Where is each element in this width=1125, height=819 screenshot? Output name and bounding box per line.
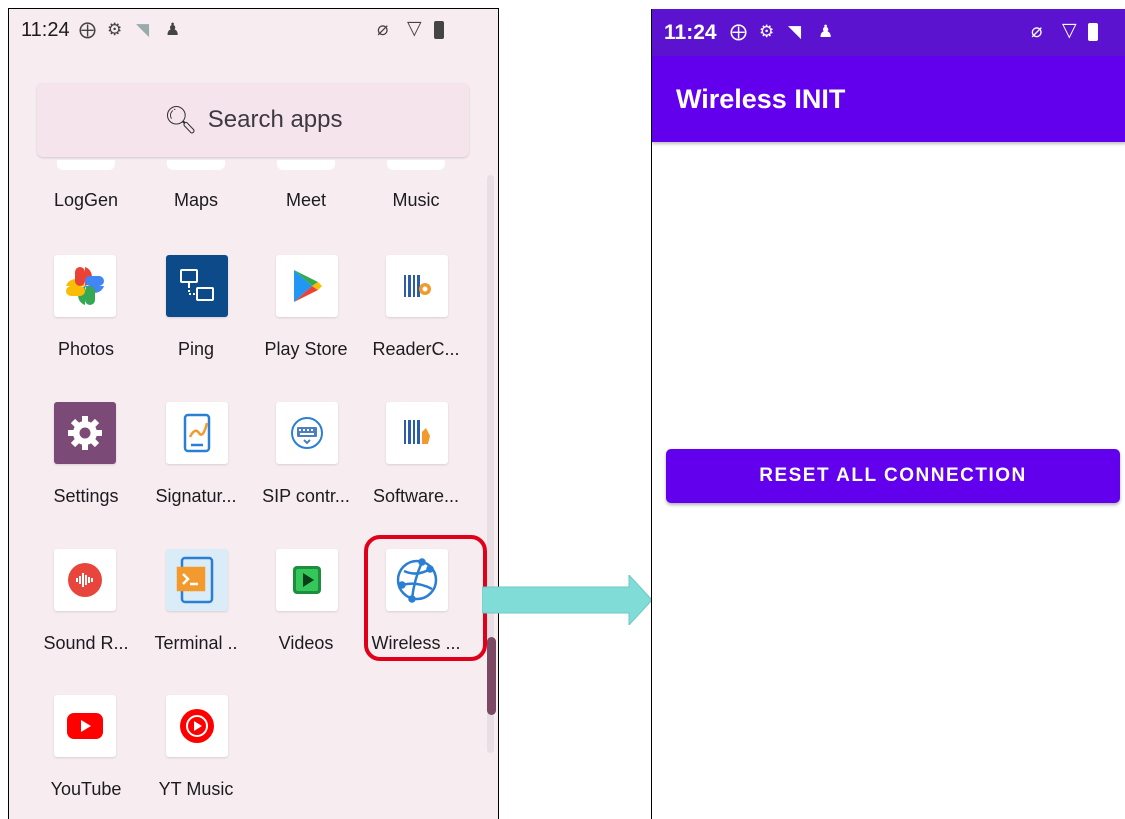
sync-icon: ⨁ bbox=[79, 20, 96, 39]
loggen-icon[interactable] bbox=[57, 160, 115, 170]
status-time: 11:24 bbox=[664, 21, 717, 44]
reset-all-connection-button[interactable]: RESET ALL CONNECTION bbox=[666, 449, 1120, 503]
app-drawer-screen: 11:24 ⨁ ⚙ ◥ ♟ ⌀ ▽ 🔍︎ Search apps LogGen … bbox=[8, 8, 499, 819]
signal-icon: ▽ bbox=[1062, 20, 1077, 41]
battery-icon bbox=[1088, 23, 1098, 41]
app-label-youtube[interactable]: YouTube bbox=[31, 779, 141, 800]
play-store-icon[interactable] bbox=[276, 255, 338, 317]
maps-icon[interactable] bbox=[167, 160, 225, 170]
music-icon[interactable] bbox=[387, 160, 445, 170]
sync-icon: ⨁ bbox=[730, 22, 747, 41]
app-label-loggen[interactable]: LogGen bbox=[31, 190, 141, 211]
meet-icon[interactable] bbox=[277, 160, 335, 170]
app-title: Wireless INIT bbox=[676, 84, 846, 114]
keyboard-icon[interactable] bbox=[276, 402, 338, 464]
app-label-maps[interactable]: Maps bbox=[141, 190, 251, 211]
alarm-off-icon: ⌀ bbox=[1031, 21, 1043, 42]
app-label-music[interactable]: Music bbox=[361, 190, 471, 211]
software-scanner-icon[interactable] bbox=[386, 402, 448, 464]
app-label-videos[interactable]: Videos bbox=[251, 633, 361, 654]
wifi-question-icon: ◥ bbox=[136, 20, 150, 39]
app-label-ping[interactable]: Ping bbox=[141, 339, 251, 360]
terminal-icon[interactable] bbox=[166, 549, 228, 611]
scrollbar-thumb[interactable] bbox=[487, 637, 496, 715]
search-placeholder: Search apps bbox=[207, 106, 343, 133]
wireless-init-screen: 11:24 ⨁ ⚙ ◥ ♟ ⌀ ▽ Wireless INIT RESET AL… bbox=[651, 9, 1125, 819]
people-icon: ♟ bbox=[165, 20, 181, 39]
ping-icon[interactable] bbox=[166, 255, 228, 317]
app-label-signature[interactable]: Signatur... bbox=[141, 486, 251, 507]
app-label-sip-control[interactable]: SIP contr... bbox=[251, 486, 361, 507]
youtube-icon[interactable] bbox=[54, 695, 116, 757]
transition-arrow-icon bbox=[482, 575, 653, 625]
wireless-app-highlight bbox=[364, 535, 487, 661]
app-label-readerc[interactable]: ReaderC... bbox=[361, 339, 471, 360]
app-label-yt-music[interactable]: YT Music bbox=[141, 779, 251, 800]
app-label-meet[interactable]: Meet bbox=[251, 190, 361, 211]
app-bar: Wireless INIT bbox=[652, 56, 1125, 142]
barcode-reader-icon[interactable] bbox=[386, 255, 448, 317]
sound-recorder-icon[interactable] bbox=[54, 549, 116, 611]
signature-icon[interactable] bbox=[166, 402, 228, 464]
app-label-sound-recorder[interactable]: Sound R... bbox=[31, 633, 141, 654]
alarm-off-icon: ⌀ bbox=[377, 19, 389, 40]
settings-icon[interactable] bbox=[54, 402, 116, 464]
search-apps-bar[interactable]: 🔍︎ Search apps bbox=[37, 83, 469, 157]
app-label-settings[interactable]: Settings bbox=[31, 486, 141, 507]
app-label-software[interactable]: Software... bbox=[361, 486, 471, 507]
app-label-play-store[interactable]: Play Store bbox=[251, 339, 361, 360]
photos-icon[interactable] bbox=[54, 255, 116, 317]
people-icon: ♟ bbox=[818, 22, 834, 41]
search-icon: 🔍︎ bbox=[163, 105, 198, 135]
app-label-photos[interactable]: Photos bbox=[31, 339, 141, 360]
wifi-question-icon: ◥ bbox=[788, 22, 802, 41]
gear-icon: ⚙ bbox=[759, 22, 775, 41]
status-time: 11:24 bbox=[21, 19, 70, 41]
videos-icon[interactable] bbox=[276, 549, 338, 611]
yt-music-icon[interactable] bbox=[166, 695, 228, 757]
signal-icon: ▽ bbox=[407, 18, 422, 39]
app-label-terminal[interactable]: Terminal .. bbox=[141, 633, 251, 654]
gear-icon: ⚙ bbox=[107, 20, 123, 39]
battery-icon bbox=[434, 21, 444, 39]
status-bar: 11:24 ⨁ ⚙ ◥ ♟ ⌀ ▽ bbox=[652, 9, 1125, 56]
